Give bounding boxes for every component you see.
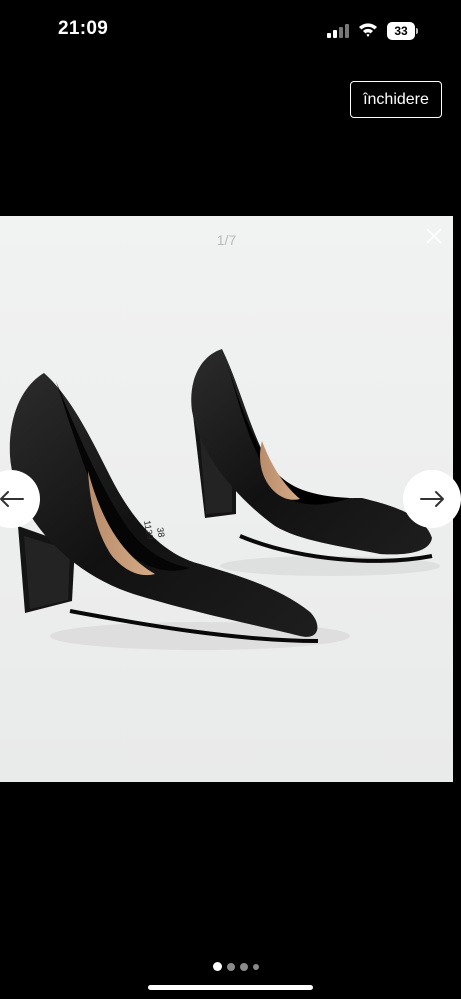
insole-text-2: 38: [155, 527, 167, 539]
product-photo: 1139 38: [0, 216, 453, 782]
close-button[interactable]: închidere: [350, 81, 442, 118]
wifi-icon: [359, 23, 377, 37]
image-gallery[interactable]: 1139 38 1/7: [0, 216, 453, 782]
home-indicator[interactable]: [148, 985, 313, 990]
status-bar: 21:09 33: [0, 0, 461, 60]
arrow-left-icon: [0, 491, 24, 507]
image-counter: 1/7: [216, 232, 237, 248]
arrow-right-icon: [420, 491, 444, 507]
gallery-close-icon[interactable]: [424, 226, 444, 246]
status-time: 21:09: [58, 18, 109, 39]
pagination-dots: [213, 962, 263, 972]
battery-level: 33: [387, 22, 415, 40]
pagination-dot-active[interactable]: [213, 962, 222, 971]
pagination-dot[interactable]: [253, 964, 259, 970]
cellular-signal-icon: [327, 24, 349, 38]
pagination-dot[interactable]: [227, 963, 235, 971]
battery-icon: 33: [387, 22, 419, 40]
next-image-button[interactable]: [403, 470, 461, 528]
pagination-dot[interactable]: [240, 963, 248, 971]
previous-image-button[interactable]: [0, 470, 40, 528]
